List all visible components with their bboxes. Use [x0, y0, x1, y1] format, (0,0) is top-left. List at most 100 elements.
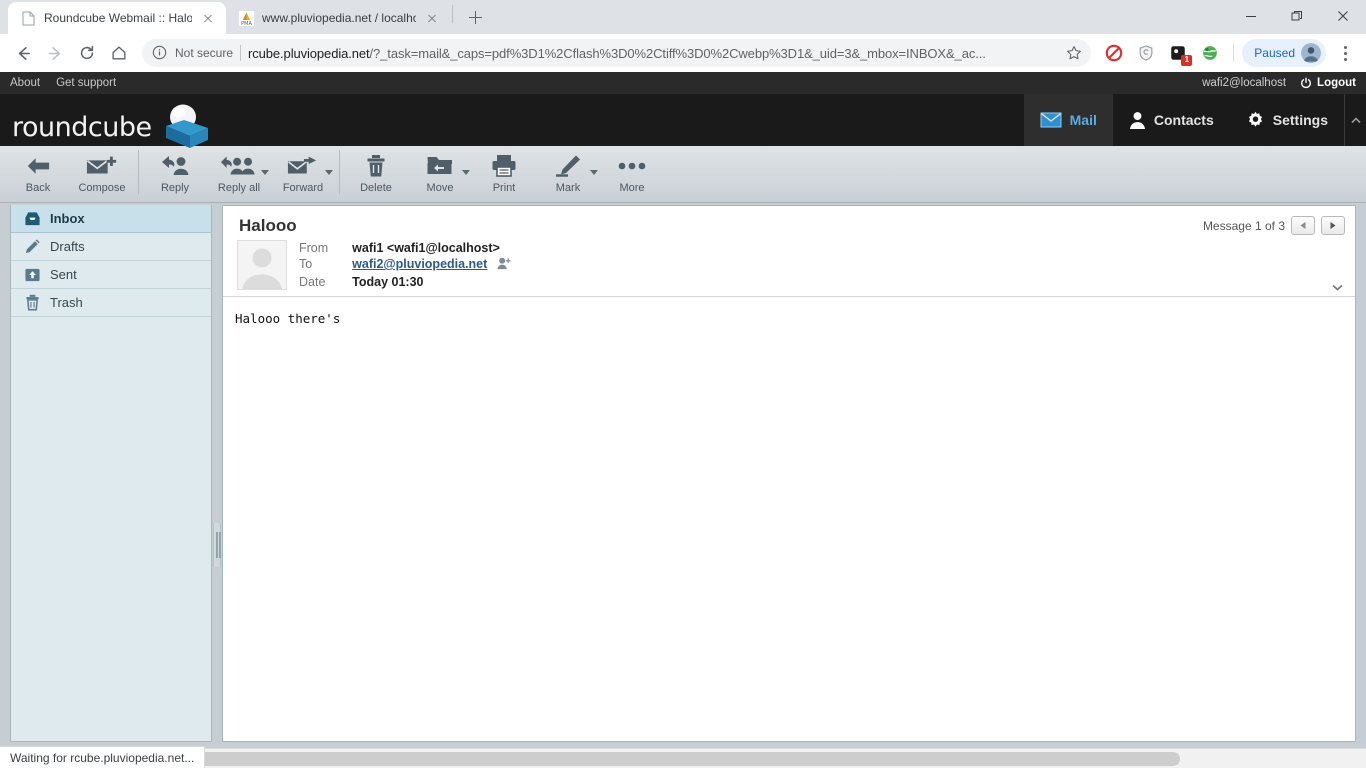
- contact-photo: [237, 240, 287, 290]
- reload-button[interactable]: [72, 38, 102, 68]
- message-headers-table: From wafi1 <wafi1@localhost> To wafi2@pl…: [299, 240, 511, 290]
- roundcube-header: roundcube Mail Contacts Settings: [0, 94, 1366, 148]
- logout-button[interactable]: Logout: [1300, 77, 1356, 89]
- globe-icon[interactable]: [1197, 40, 1223, 66]
- close-icon[interactable]: [200, 10, 216, 26]
- task-tab-contacts[interactable]: Contacts: [1113, 94, 1230, 146]
- home-button[interactable]: [104, 38, 134, 68]
- task-tab-label: Mail: [1069, 112, 1097, 128]
- avatar-placeholder-icon: [238, 243, 286, 289]
- new-tab-button[interactable]: [461, 3, 489, 31]
- task-tab-mail[interactable]: Mail: [1023, 94, 1113, 146]
- logo-text: roundcube: [12, 112, 152, 143]
- browser-tab-phpmyadmin[interactable]: PMA www.pluviopedia.net / localhost: [226, 2, 450, 34]
- forward-button: [40, 38, 70, 68]
- toolbar-label: Delete: [360, 182, 392, 194]
- folder-label: Sent: [50, 267, 77, 282]
- toolbar-divider: [1233, 44, 1235, 62]
- minimize-button[interactable]: [1228, 0, 1274, 32]
- browser-tab-roundcube[interactable]: Roundcube Webmail :: Halooo: [8, 2, 226, 34]
- adblock-icon[interactable]: [1101, 40, 1127, 66]
- task-tab-settings[interactable]: Settings: [1230, 94, 1344, 146]
- status-bar: Waiting for rcube.pluviopedia.net...: [0, 746, 206, 768]
- restore-button[interactable]: [1274, 0, 1320, 32]
- message-header: Message 1 of 3 Halooo From wafi1 <wafi1@…: [223, 206, 1355, 297]
- from-label: From: [299, 241, 329, 255]
- address-bar[interactable]: Not secure rcube.pluviopedia.net/?_task=…: [142, 39, 1092, 67]
- folder-label: Inbox: [50, 211, 85, 226]
- sidebar-item-inbox[interactable]: Inbox: [11, 205, 211, 233]
- back-button[interactable]: Back: [6, 146, 70, 202]
- toolbar-label: Move: [426, 182, 454, 194]
- printer-icon: [491, 152, 517, 179]
- mark-button[interactable]: Mark: [536, 146, 600, 202]
- more-button[interactable]: More: [600, 146, 664, 202]
- status-text: Waiting for rcube.pluviopedia.net...: [10, 750, 195, 765]
- message-counter: Message 1 of 3: [1203, 216, 1345, 235]
- back-button[interactable]: [8, 38, 38, 68]
- collapse-toggle[interactable]: [1344, 94, 1366, 146]
- right-triangle-icon: [1330, 222, 1336, 229]
- chevron-down-icon[interactable]: [261, 170, 269, 175]
- sidebar-item-trash[interactable]: Trash: [11, 289, 211, 317]
- folder-move-icon: [426, 152, 454, 179]
- close-button[interactable]: [1320, 0, 1366, 32]
- forward-button[interactable]: Forward: [271, 146, 335, 202]
- move-button[interactable]: Move: [408, 146, 472, 202]
- to-address-link[interactable]: wafi2@pluviopedia.net: [352, 257, 487, 271]
- window-controls: [1228, 0, 1366, 32]
- shield-icon[interactable]: [1133, 40, 1159, 66]
- chevron-up-icon: [1350, 116, 1361, 123]
- profile-label: Paused: [1254, 46, 1295, 60]
- back-arrow-icon: [25, 152, 52, 179]
- close-icon[interactable]: [424, 10, 440, 26]
- star-icon[interactable]: [1061, 40, 1087, 66]
- reply-all-button[interactable]: Reply all: [207, 146, 271, 202]
- forward-icon: [287, 152, 319, 179]
- folder-label: Drafts: [50, 239, 85, 254]
- roundcube-cube-icon: [165, 104, 208, 148]
- splitter-grip[interactable]: [213, 523, 221, 567]
- ellipsis-icon: [617, 152, 647, 179]
- next-message-button[interactable]: [1321, 216, 1345, 235]
- task-tab-label: Contacts: [1153, 112, 1214, 128]
- roundcube-task-tabs: Mail Contacts Settings: [1023, 94, 1366, 146]
- security-status: Not secure: [175, 46, 234, 60]
- envelope-icon: [1040, 112, 1062, 128]
- to-value-cell: wafi2@pluviopedia.net: [352, 256, 511, 274]
- sidebar-item-drafts[interactable]: Drafts: [11, 233, 211, 261]
- about-link[interactable]: About: [10, 77, 40, 89]
- info-icon[interactable]: [152, 45, 168, 61]
- extension-icon[interactable]: 1: [1165, 40, 1193, 66]
- toolbar-divider: [138, 150, 139, 194]
- expand-headers-toggle[interactable]: [1332, 282, 1343, 294]
- person-icon: [1129, 112, 1145, 129]
- delete-button[interactable]: Delete: [344, 146, 408, 202]
- header-row-to: To wafi2@pluviopedia.net: [299, 256, 511, 274]
- message-body: Halooo there's: [235, 311, 341, 326]
- toolbar-label: Reply all: [217, 182, 261, 194]
- sidebar-item-sent[interactable]: Sent: [11, 261, 211, 289]
- three-dot-menu[interactable]: [1332, 38, 1358, 68]
- roundcube-logo: roundcube: [0, 94, 212, 148]
- reply-button[interactable]: Reply: [143, 146, 207, 202]
- pencil-mark-icon: [554, 152, 582, 179]
- user-avatar: [1301, 43, 1321, 63]
- url-path: /?_task=mail&_caps=pdf%3D1%2Cflash%3D0%2…: [369, 45, 986, 61]
- profile-button[interactable]: Paused: [1242, 39, 1326, 67]
- roundcube-topbar: About Get support wafi2@localhost Logout: [0, 72, 1366, 94]
- tab-divider: [452, 5, 453, 23]
- pane-splitter[interactable]: [213, 523, 221, 567]
- tab-title: www.pluviopedia.net / localhost: [262, 11, 416, 25]
- previous-message-button[interactable]: [1291, 216, 1315, 235]
- get-support-link[interactable]: Get support: [56, 77, 116, 89]
- add-contact-icon[interactable]: [497, 257, 511, 273]
- chevron-down-icon[interactable]: [325, 170, 333, 175]
- chevron-down-icon: [1332, 284, 1343, 291]
- compose-button[interactable]: Compose: [70, 146, 134, 202]
- main-area: Inbox Drafts Sent Trash Message 1 of 3 H…: [0, 203, 1366, 748]
- compose-icon: [86, 152, 118, 179]
- chevron-down-icon[interactable]: [462, 170, 470, 175]
- print-button[interactable]: Print: [472, 146, 536, 202]
- chevron-down-icon[interactable]: [590, 170, 598, 175]
